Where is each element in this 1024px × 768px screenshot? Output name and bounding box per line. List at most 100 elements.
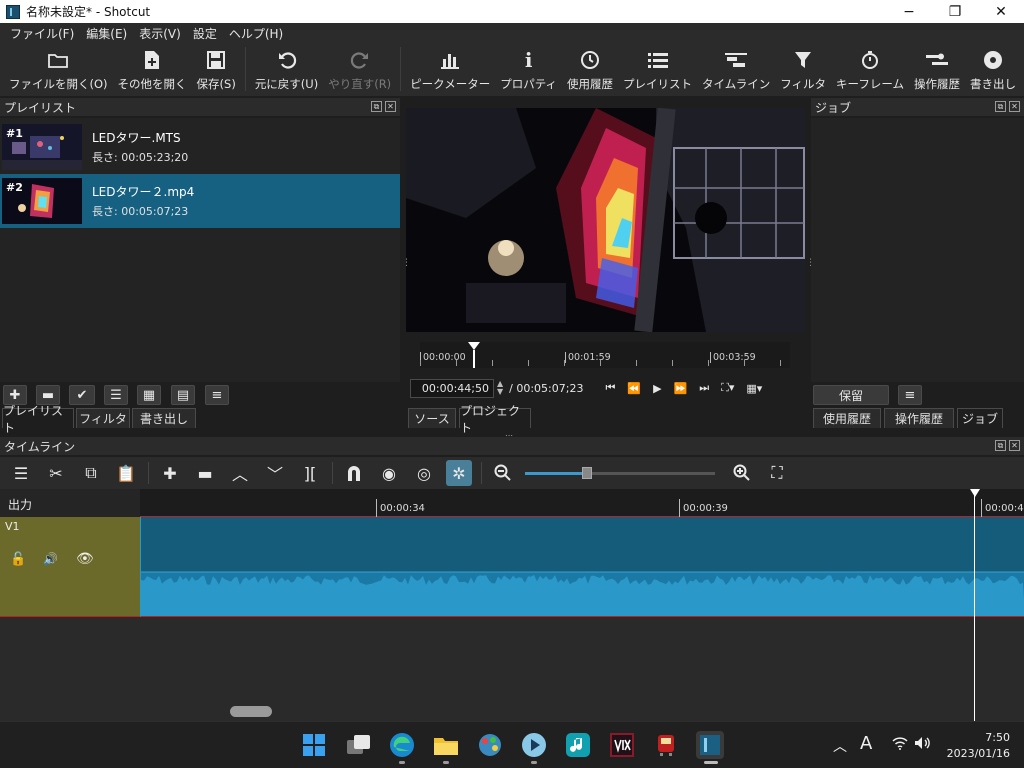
- v1-track-header[interactable]: V1 🔓 🔊 👁: [0, 517, 140, 617]
- cut-icon[interactable]: ✂: [43, 460, 69, 486]
- start-icon[interactable]: [300, 731, 328, 759]
- tab-filters[interactable]: フィルタ: [76, 408, 130, 428]
- playhead-marker-icon[interactable]: [970, 489, 980, 497]
- edge-browser-icon[interactable]: [388, 731, 416, 759]
- lock-icon[interactable]: 🔓: [10, 552, 26, 567]
- minimize-button[interactable]: −: [886, 0, 932, 23]
- grid-view-button[interactable]: ▦: [137, 385, 161, 405]
- scrub-eye-icon[interactable]: ◉: [376, 460, 402, 486]
- timeline-scrollbar[interactable]: [230, 706, 272, 717]
- history-button[interactable]: 操作履歴: [909, 43, 965, 96]
- split-icon[interactable]: ][: [297, 460, 323, 486]
- lift-icon[interactable]: ︿: [227, 460, 253, 486]
- redo-button[interactable]: やり直す(R): [323, 43, 396, 96]
- player-scrub-bar[interactable]: 00:00:00 00:01:59 00:03:59: [420, 342, 790, 368]
- save-button[interactable]: 保存(S): [192, 43, 241, 96]
- tab-project[interactable]: プロジェクト: [459, 404, 531, 435]
- tab-jobs[interactable]: ジョブ: [957, 408, 1003, 428]
- ripple-all-icon[interactable]: ✲: [446, 460, 472, 486]
- pause-jobs-button[interactable]: 保留: [813, 385, 889, 405]
- zoom-slider[interactable]: [525, 463, 715, 483]
- float-icon[interactable]: ⧉: [371, 101, 382, 112]
- timeline-playhead[interactable]: [974, 489, 975, 721]
- keyframes-button[interactable]: キーフレーム: [831, 43, 909, 96]
- video-viewer[interactable]: [406, 108, 805, 332]
- menu-edit[interactable]: 編集(E): [80, 25, 133, 42]
- maximize-button[interactable]: ❐: [932, 0, 978, 23]
- float-icon[interactable]: ⧉: [995, 440, 1006, 451]
- playlist-item[interactable]: #1 LEDタワー.MTS 長さ: 00:05:23;20: [0, 120, 400, 174]
- train-app-icon[interactable]: [652, 731, 680, 759]
- zoom-icon[interactable]: ⛶▾: [721, 381, 734, 395]
- ime-indicator[interactable]: A: [860, 733, 872, 754]
- system-clock[interactable]: 7:50 2023/01/16: [947, 730, 1010, 762]
- file-explorer-icon[interactable]: [432, 731, 460, 759]
- splitter-handle-icon[interactable]: ⋮: [806, 258, 815, 268]
- zoom-out-icon[interactable]: [490, 460, 516, 486]
- copy-icon[interactable]: ⧉: [78, 460, 104, 486]
- playlist-item[interactable]: #2 LEDタワー２.mp4 長さ: 00:05:07;23: [0, 174, 400, 228]
- zoom-fit-icon[interactable]: ⛶: [764, 460, 790, 486]
- tab-source[interactable]: ソース: [408, 408, 456, 428]
- tab-playlist[interactable]: プレイリスト: [2, 404, 74, 435]
- append-icon[interactable]: ✚: [157, 460, 183, 486]
- position-timecode[interactable]: 00:00:44;50: [410, 378, 494, 398]
- menu-help[interactable]: ヘルプ(H): [223, 25, 289, 42]
- rewind-icon[interactable]: ⏪: [627, 382, 641, 395]
- timeline-ruler[interactable]: 00:00:34 00:00:39 00:00:44: [140, 489, 1024, 517]
- skip-next-icon[interactable]: ⏭: [699, 381, 709, 395]
- chevron-up-icon[interactable]: ︿: [833, 736, 847, 756]
- tab-export[interactable]: 書き出し: [132, 408, 196, 428]
- wifi-icon[interactable]: [892, 736, 908, 754]
- peak-meter-button[interactable]: ピークメーター: [405, 43, 495, 96]
- mute-icon[interactable]: 🔊: [43, 552, 58, 566]
- spin-arrows-icon[interactable]: ▲ ▼: [497, 380, 503, 396]
- playlist-menu-button[interactable]: ≡: [205, 385, 229, 405]
- undo-button[interactable]: 元に戻す(U): [250, 43, 323, 96]
- zoom-in-icon[interactable]: [729, 460, 755, 486]
- task-view-icon[interactable]: [344, 731, 372, 759]
- play-icon[interactable]: ▶: [653, 382, 661, 395]
- ripple-icon[interactable]: ◎: [411, 460, 437, 486]
- playhead-icon[interactable]: [468, 342, 480, 368]
- list-view-button[interactable]: ☰: [104, 385, 128, 405]
- paint-app-icon[interactable]: [476, 731, 504, 759]
- vix-app-icon[interactable]: [608, 731, 636, 759]
- jobs-menu-button[interactable]: ≡: [898, 385, 922, 405]
- timeline-clip[interactable]: [140, 517, 1024, 617]
- playlist-button[interactable]: プレイリスト: [618, 43, 697, 96]
- shotcut-taskbar-icon[interactable]: [696, 731, 724, 759]
- overwrite-icon[interactable]: ﹀: [262, 460, 288, 486]
- timeline-button[interactable]: タイムライン: [697, 43, 775, 96]
- volume-icon[interactable]: [914, 736, 932, 754]
- close-icon[interactable]: ✕: [1009, 440, 1020, 451]
- tab-history[interactable]: 操作履歴: [884, 408, 954, 428]
- splitter-handle-icon[interactable]: ⋮: [402, 258, 411, 268]
- tab-recent[interactable]: 使用履歴: [813, 408, 881, 428]
- timeline-empty-area[interactable]: [0, 617, 1024, 721]
- zoom-slider-handle[interactable]: [582, 467, 592, 479]
- hide-eye-icon[interactable]: 👁: [76, 551, 94, 567]
- float-icon[interactable]: ⧉: [995, 101, 1006, 112]
- open-file-button[interactable]: ファイルを開く(O): [4, 43, 113, 96]
- snap-magnet-icon[interactable]: [341, 460, 367, 486]
- remove-icon[interactable]: ▬: [192, 460, 218, 486]
- properties-button[interactable]: i プロパティ: [495, 43, 562, 96]
- menu-file[interactable]: ファイル(F): [4, 25, 80, 42]
- fast-forward-icon[interactable]: ⏩: [674, 382, 688, 395]
- close-button[interactable]: ✕: [978, 0, 1024, 23]
- grid-icon[interactable]: ▦▾: [746, 382, 762, 395]
- paste-icon[interactable]: 📋: [113, 460, 139, 486]
- skip-previous-icon[interactable]: ⏮: [605, 381, 615, 395]
- music-app-icon[interactable]: [564, 731, 592, 759]
- detail-view-button[interactable]: ▤: [171, 385, 195, 405]
- close-icon[interactable]: ✕: [1009, 101, 1020, 112]
- open-other-button[interactable]: その他を開く: [113, 43, 192, 96]
- recent-button[interactable]: 使用履歴: [562, 43, 618, 96]
- filters-button[interactable]: フィルタ: [775, 43, 831, 96]
- media-player-icon[interactable]: [520, 731, 548, 759]
- timeline-menu-icon[interactable]: ☰: [8, 460, 34, 486]
- menu-settings[interactable]: 設定: [187, 25, 223, 42]
- export-button[interactable]: 書き出し: [965, 43, 1021, 96]
- menu-view[interactable]: 表示(V): [133, 25, 187, 42]
